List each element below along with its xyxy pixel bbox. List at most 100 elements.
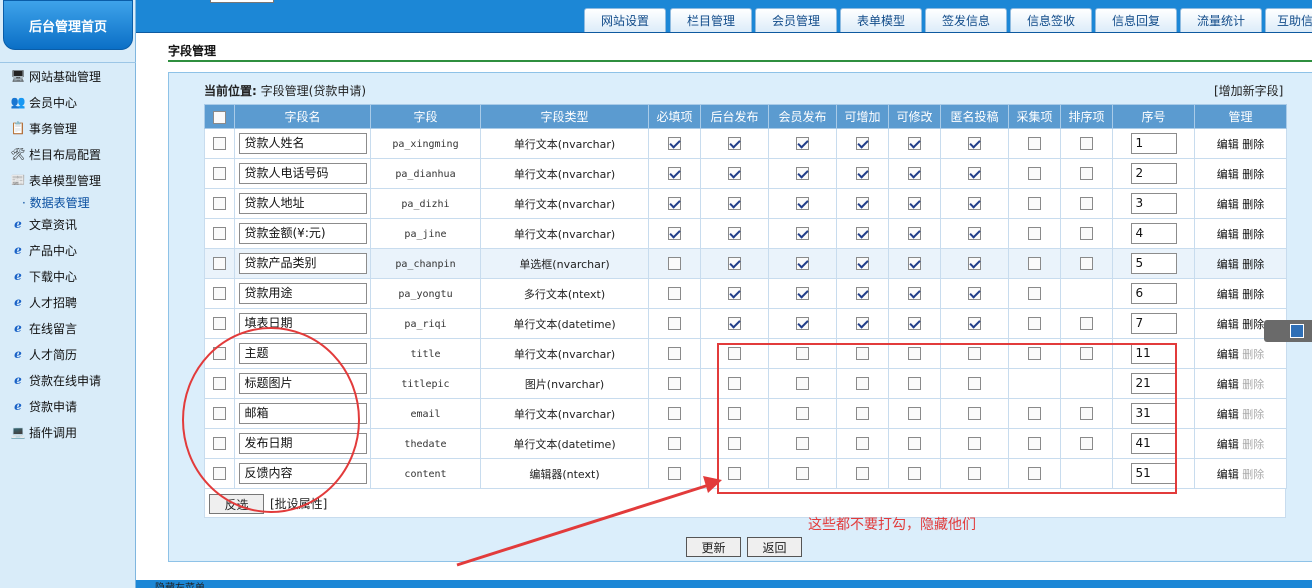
required-checkbox[interactable] (668, 197, 681, 211)
collect-checkbox[interactable] (1028, 437, 1041, 451)
home-button[interactable]: 后台管理首页 (3, 0, 133, 50)
editable-checkbox[interactable] (908, 287, 921, 301)
edit-link[interactable]: 编辑 (1217, 138, 1239, 151)
editable-checkbox[interactable] (908, 197, 921, 211)
anonymous-checkbox[interactable] (968, 137, 981, 151)
invert-selection-button[interactable]: 反选 (209, 494, 264, 514)
admin-publish-checkbox[interactable] (728, 257, 741, 271)
top-tab-7[interactable]: 流量统计 (1180, 8, 1262, 32)
member-publish-checkbox[interactable] (796, 167, 809, 181)
field-name-input[interactable]: 反馈内容 (238, 463, 367, 484)
sort-checkbox[interactable] (1080, 347, 1093, 361)
top-tab-2[interactable]: 会员管理 (755, 8, 837, 32)
edit-link[interactable]: 编辑 (1217, 438, 1239, 451)
sidebar-item-13[interactable]: 💻 插件调用 (0, 419, 136, 445)
row-select-checkbox[interactable] (213, 197, 226, 211)
field-name-input[interactable]: 贷款产品类别 (238, 253, 367, 274)
addable-checkbox[interactable] (856, 407, 869, 421)
sort-checkbox[interactable] (1080, 317, 1093, 331)
admin-publish-checkbox[interactable] (728, 287, 741, 301)
addable-checkbox[interactable] (856, 287, 869, 301)
required-checkbox[interactable] (668, 347, 681, 361)
collect-checkbox[interactable] (1028, 347, 1041, 361)
edit-link[interactable]: 编辑 (1217, 288, 1239, 301)
collect-checkbox[interactable] (1028, 197, 1041, 211)
top-tab-8[interactable]: 互助信 (1265, 8, 1312, 32)
edit-link[interactable]: 编辑 (1217, 168, 1239, 181)
editable-checkbox[interactable] (908, 137, 921, 151)
anonymous-checkbox[interactable] (968, 257, 981, 271)
row-select-checkbox[interactable] (213, 437, 226, 451)
anonymous-checkbox[interactable] (968, 197, 981, 211)
collect-checkbox[interactable] (1028, 317, 1041, 331)
field-name-input[interactable]: 邮箱 (238, 403, 367, 424)
anonymous-checkbox[interactable] (968, 347, 981, 361)
admin-publish-checkbox[interactable] (728, 227, 741, 241)
add-field-link[interactable]: [增加新字段] (1214, 82, 1283, 99)
required-checkbox[interactable] (668, 287, 681, 301)
row-select-checkbox[interactable] (213, 287, 226, 301)
sidebar-item-2[interactable]: 📋 事务管理 (0, 115, 136, 141)
admin-publish-checkbox[interactable] (728, 467, 741, 481)
order-input[interactable]: 5 (1130, 253, 1177, 274)
edit-link[interactable]: 编辑 (1217, 228, 1239, 241)
field-name-input[interactable]: 贷款人地址 (238, 193, 367, 214)
anonymous-checkbox[interactable] (968, 227, 981, 241)
editable-checkbox[interactable] (908, 227, 921, 241)
addable-checkbox[interactable] (856, 257, 869, 271)
addable-checkbox[interactable] (856, 467, 869, 481)
required-checkbox[interactable] (668, 407, 681, 421)
select-all-checkbox[interactable] (213, 110, 226, 124)
member-publish-checkbox[interactable] (796, 437, 809, 451)
editable-checkbox[interactable] (908, 407, 921, 421)
back-button[interactable]: 返回 (747, 537, 802, 557)
admin-publish-checkbox[interactable] (728, 347, 741, 361)
update-button[interactable]: 更新 (686, 537, 741, 557)
required-checkbox[interactable] (668, 437, 681, 451)
field-name-input[interactable]: 贷款人姓名 (238, 133, 367, 154)
sidebar-item-6[interactable]: e 产品中心 (0, 237, 136, 263)
top-tab-0[interactable]: 网站设置 (584, 8, 666, 32)
sidebar-item-3[interactable]: 🛠 栏目布局配置 (0, 141, 136, 167)
row-select-checkbox[interactable] (213, 227, 226, 241)
anonymous-checkbox[interactable] (968, 407, 981, 421)
delete-link[interactable]: 删除 (1242, 318, 1264, 331)
collect-checkbox[interactable] (1028, 407, 1041, 421)
addable-checkbox[interactable] (856, 227, 869, 241)
order-input[interactable]: 3 (1130, 193, 1177, 214)
floating-toolbar[interactable] (1264, 320, 1312, 342)
edit-link[interactable]: 编辑 (1217, 468, 1239, 481)
anonymous-checkbox[interactable] (968, 287, 981, 301)
sidebar-item-0[interactable]: 🖥 网站基础管理 (0, 63, 136, 89)
sidebar-item-10[interactable]: e 人才简历 (0, 341, 136, 367)
row-select-checkbox[interactable] (213, 347, 226, 361)
member-publish-checkbox[interactable] (796, 377, 809, 391)
order-input[interactable]: 11 (1130, 343, 1177, 364)
delete-link[interactable]: 删除 (1242, 168, 1264, 181)
field-name-input[interactable]: 贷款金额(¥:元) (238, 223, 367, 244)
edit-link[interactable]: 编辑 (1217, 348, 1239, 361)
editable-checkbox[interactable] (908, 347, 921, 361)
addable-checkbox[interactable] (856, 317, 869, 331)
admin-publish-checkbox[interactable] (728, 437, 741, 451)
order-input[interactable]: 41 (1130, 433, 1177, 454)
field-name-input[interactable]: 贷款用途 (238, 283, 367, 304)
edit-link[interactable]: 编辑 (1217, 378, 1239, 391)
sort-checkbox[interactable] (1080, 407, 1093, 421)
admin-publish-checkbox[interactable] (728, 377, 741, 391)
order-input[interactable]: 2 (1130, 163, 1177, 184)
field-name-input[interactable]: 贷款人电话号码 (238, 163, 367, 184)
top-tab-4[interactable]: 签发信息 (925, 8, 1007, 32)
sort-checkbox[interactable] (1080, 197, 1093, 211)
sort-checkbox[interactable] (1080, 437, 1093, 451)
delete-link[interactable]: 删除 (1242, 258, 1264, 271)
collect-checkbox[interactable] (1028, 167, 1041, 181)
editable-checkbox[interactable] (908, 257, 921, 271)
order-input[interactable]: 7 (1130, 313, 1177, 334)
member-publish-checkbox[interactable] (796, 227, 809, 241)
row-select-checkbox[interactable] (213, 257, 226, 271)
collect-checkbox[interactable] (1028, 257, 1041, 271)
required-checkbox[interactable] (668, 377, 681, 391)
edit-link[interactable]: 编辑 (1217, 318, 1239, 331)
admin-publish-checkbox[interactable] (728, 407, 741, 421)
